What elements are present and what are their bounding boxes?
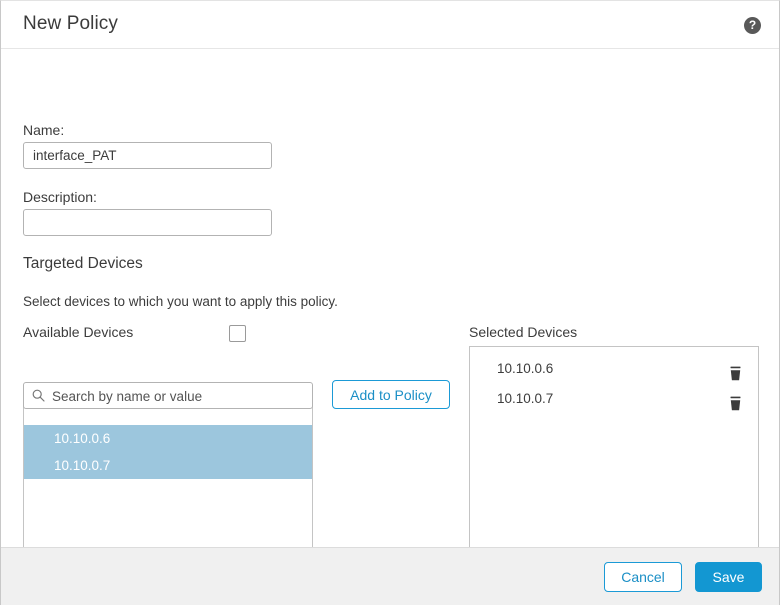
available-devices-label: Available Devices (23, 324, 134, 340)
description-label: Description: (23, 189, 97, 205)
list-item[interactable]: 10.10.0.7 (24, 452, 312, 479)
list-item: 10.10.0.7 (470, 384, 758, 414)
new-policy-dialog: New Policy ? Name: Description: Targeted… (0, 0, 780, 605)
available-device-label: 10.10.0.7 (54, 458, 111, 473)
list-item: 10.10.0.6 (470, 354, 758, 384)
question-mark-icon[interactable]: ? (744, 17, 761, 34)
description-input[interactable] (23, 209, 272, 236)
search-box[interactable] (23, 382, 313, 410)
search-icon (32, 389, 45, 402)
page-title: New Policy (23, 13, 118, 34)
name-input[interactable] (23, 142, 272, 169)
name-label: Name: (23, 122, 65, 138)
list-item[interactable]: 10.10.0.6 (24, 425, 312, 452)
trash-icon[interactable] (729, 392, 742, 411)
search-input[interactable] (50, 383, 310, 410)
selected-devices-list: 10.10.0.6 10.10.0.7 (469, 346, 759, 557)
dialog-header: New Policy ? (1, 1, 779, 49)
available-device-label: 10.10.0.6 (54, 431, 111, 446)
selected-device-label: 10.10.0.6 (497, 361, 554, 376)
save-button[interactable]: Save (695, 562, 762, 592)
dialog-body: Name: Description: Targeted Devices Sele… (1, 49, 779, 564)
add-to-policy-button[interactable]: Add to Policy (332, 380, 450, 409)
available-devices-list[interactable]: 10.10.0.6 10.10.0.7 (23, 394, 313, 564)
trash-icon[interactable] (729, 362, 742, 381)
selected-devices-label: Selected Devices (469, 324, 578, 340)
dialog-footer: Cancel Save (1, 547, 779, 605)
targeted-devices-instruction: Select devices to which you want to appl… (23, 294, 338, 309)
cancel-button[interactable]: Cancel (604, 562, 682, 592)
selected-device-label: 10.10.0.7 (497, 391, 554, 406)
targeted-devices-heading: Targeted Devices (23, 255, 143, 272)
select-all-checkbox[interactable] (229, 325, 246, 342)
